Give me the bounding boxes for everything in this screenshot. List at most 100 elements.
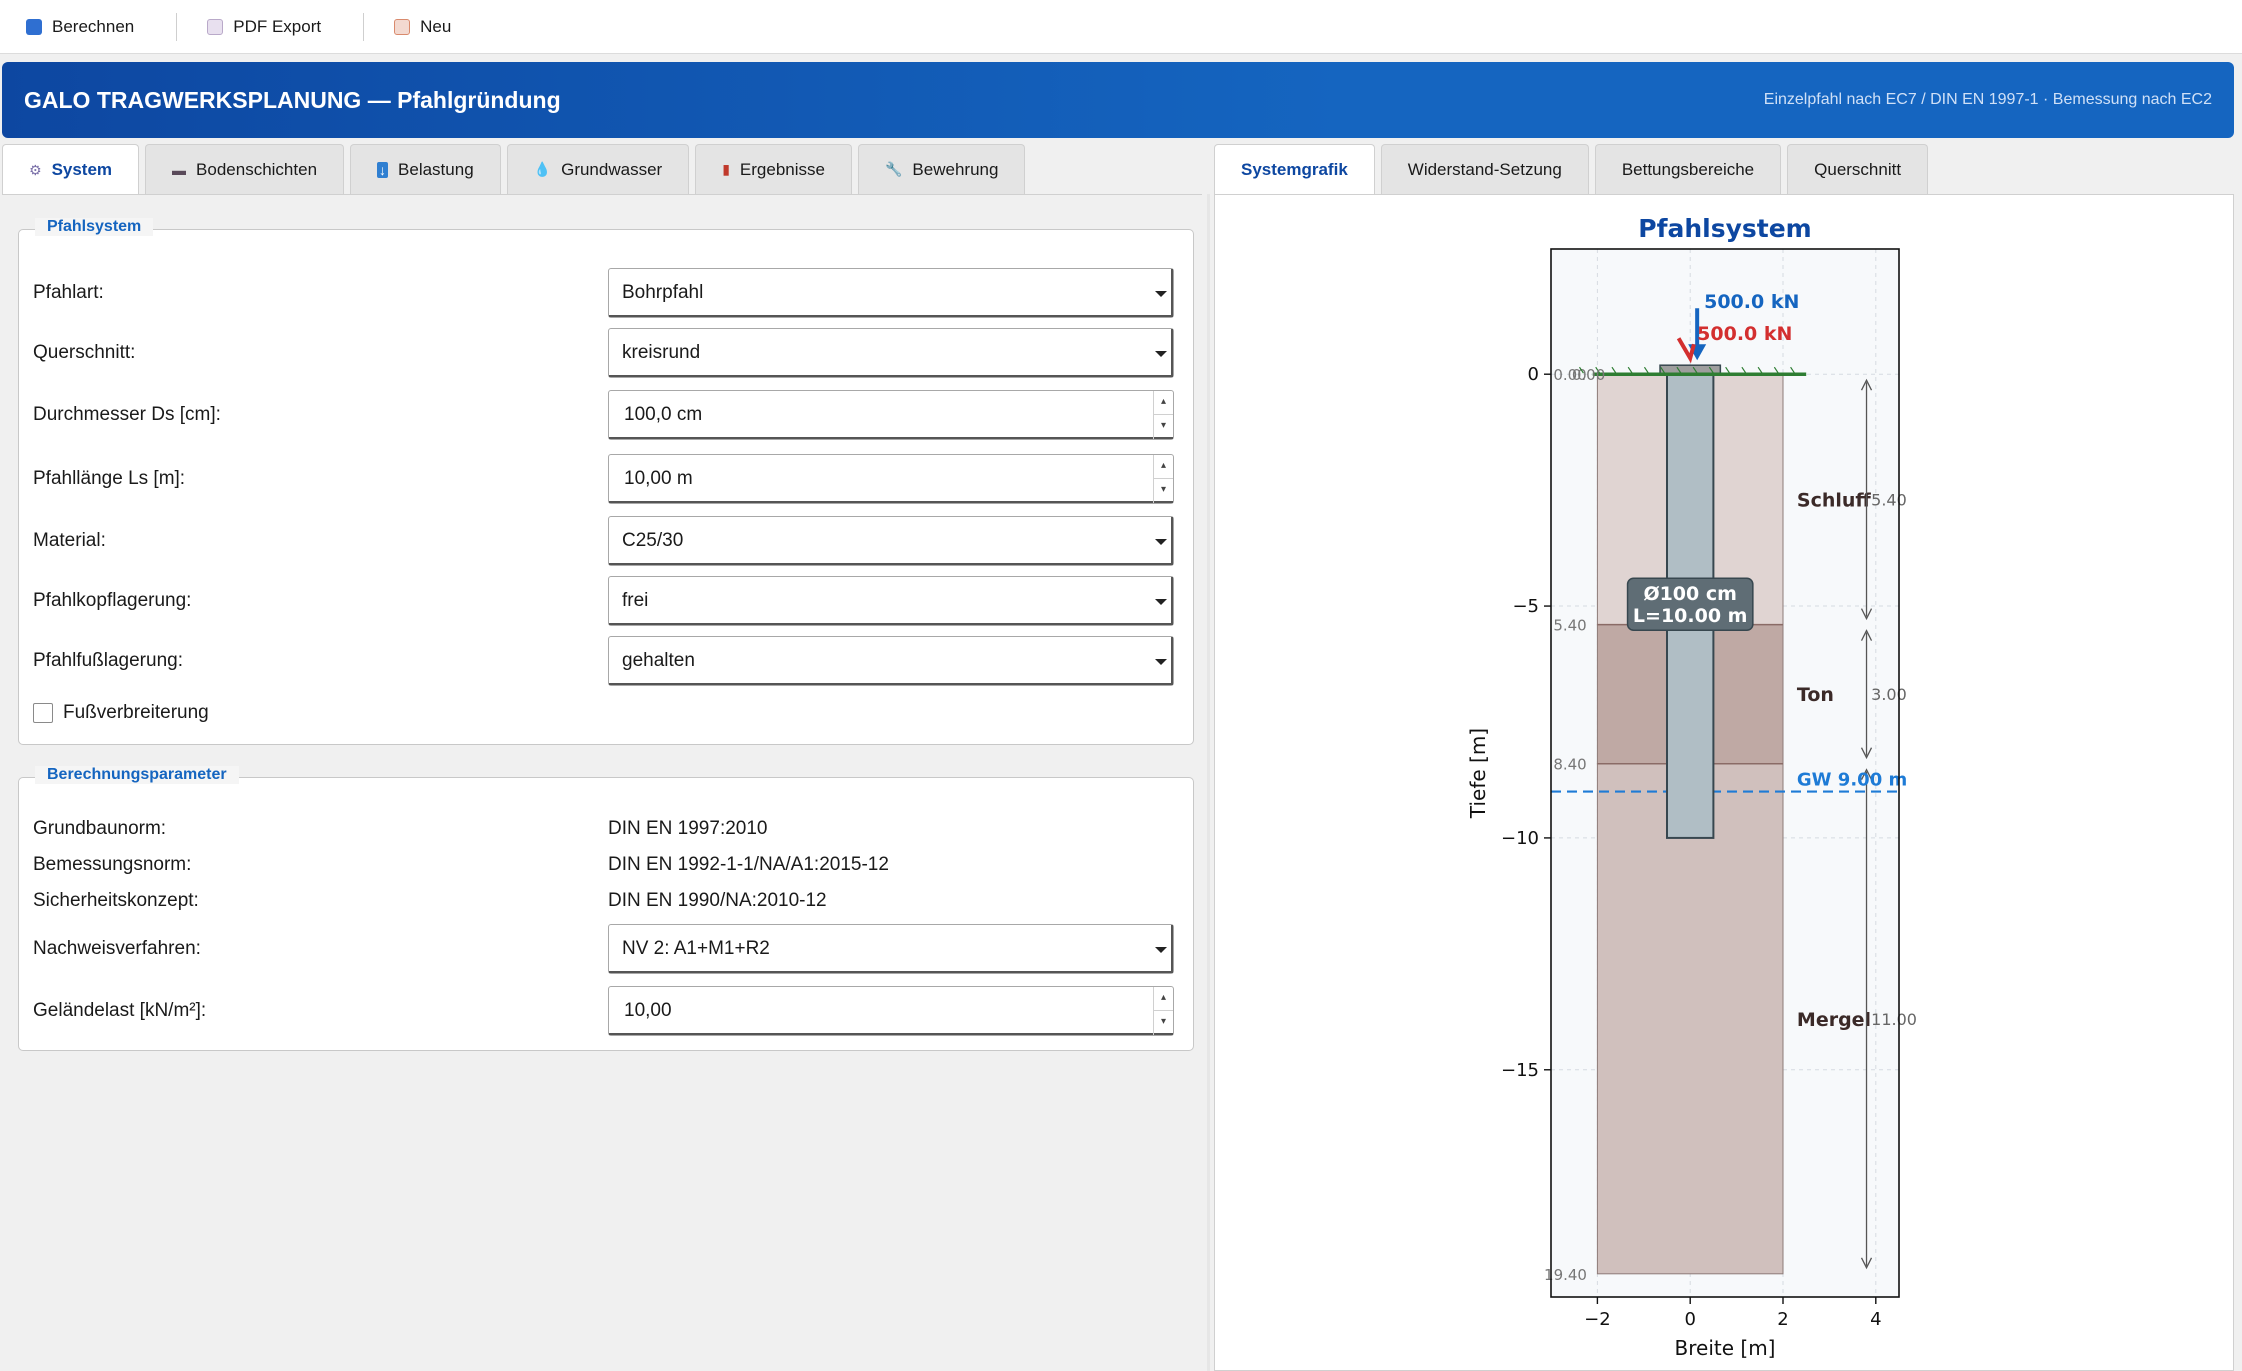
tab-label: Bettungsbereiche xyxy=(1621,159,1755,179)
sicherheitskonzept-value: DIN EN 1990/NA:2010-12 xyxy=(608,890,827,911)
tab-label: Bewehrung xyxy=(912,159,999,179)
querschnitt-select[interactable]: kreisrund xyxy=(608,328,1174,378)
durchmesser-label: Durchmesser Ds [cm]: xyxy=(33,404,221,425)
pane-splitter[interactable] xyxy=(1207,194,1210,1371)
tab-bettungsbereiche[interactable]: Bettungsbereiche xyxy=(1594,144,1782,194)
water-drop-icon: 💧 xyxy=(533,161,552,177)
spin-up-icon[interactable]: ▴ xyxy=(1154,391,1173,415)
tab-belastung[interactable]: ↓ Belastung xyxy=(350,144,501,194)
refresh-icon xyxy=(26,18,42,35)
tab-label: Widerstand-Setzung xyxy=(1407,159,1562,179)
soil-icon: ▬ xyxy=(172,161,187,178)
pfahlart-select[interactable]: Bohrpfahl xyxy=(608,268,1174,318)
systemgrafik-panel: Schluff 5.40 0.00 Ton 3.00 5.40 Mergel 11.00 8.4… xyxy=(1214,194,2234,1371)
x-tick-label: 0 xyxy=(1684,1309,1695,1330)
spin-down-icon[interactable]: ▾ xyxy=(1154,415,1173,439)
y-tick-label: −15 xyxy=(1501,1060,1539,1081)
app-title: GALO TRAGWERKSPLANUNG — Pfahlgründung xyxy=(24,86,561,113)
spin-down-icon[interactable]: ▾ xyxy=(1154,1011,1173,1035)
laenge-label: Pfahllänge Ls [m]: xyxy=(33,468,186,489)
pfahlart-value: Bohrpfahl xyxy=(622,282,704,303)
calculate-button[interactable]: Berechnen xyxy=(22,7,150,47)
x-tick-label: −2 xyxy=(1584,1309,1611,1330)
fusslagerung-label: Pfahlfußlagerung: xyxy=(33,650,183,671)
pile-diameter-label: Ø100 cm xyxy=(1643,583,1737,605)
nachweisverfahren-select[interactable]: NV 2: A1+M1+R2 xyxy=(608,924,1174,974)
surface-depth-label: 0.00 xyxy=(1572,366,1605,384)
nachweisverfahren-row: Nachweisverfahren: NV 2: A1+M1+R2 xyxy=(33,924,1183,974)
durchmesser-row: Durchmesser Ds [cm]: 100,0 cm ▴ ▾ xyxy=(33,390,1183,440)
laenge-spinbox[interactable]: 10,00 m ▴ ▾ xyxy=(608,454,1174,504)
chevron-down-icon xyxy=(1155,539,1167,545)
tab-bodenschichten[interactable]: ▬ Bodenschichten xyxy=(145,144,345,194)
material-value: C25/30 xyxy=(622,530,684,551)
laenge-value: 10,00 m xyxy=(624,468,693,489)
tab-label: Systemgrafik xyxy=(1241,160,1348,179)
material-select[interactable]: C25/30 xyxy=(608,516,1174,566)
laenge-row: Pfahllänge Ls [m]: 10,00 m ▴ ▾ xyxy=(33,454,1183,504)
querschnitt-row: Querschnitt: kreisrund xyxy=(33,328,1183,378)
querschnitt-label: Querschnitt: xyxy=(33,342,136,363)
spin-down-icon[interactable]: ▾ xyxy=(1154,479,1173,503)
down-arrow-icon: ↓ xyxy=(377,161,389,178)
soil-layer xyxy=(1596,763,1784,1275)
layer-thickness-label: 5.40 xyxy=(1871,490,1907,509)
layer-depth-label: 8.40 xyxy=(1553,756,1586,774)
fusslagerung-select[interactable]: gehalten xyxy=(608,636,1174,686)
y-axis-label: Tiefe [m] xyxy=(1466,728,1490,819)
calculate-label: Berechnen xyxy=(52,16,135,36)
nachweisverfahren-label: Nachweisverfahren: xyxy=(33,938,201,959)
groundwater-label: GW 9.00 m xyxy=(1797,770,1907,791)
kopflagerung-value: frei xyxy=(622,590,649,611)
document-icon xyxy=(207,18,224,35)
tab-grundwasser[interactable]: 💧 Grundwasser xyxy=(506,144,690,194)
spin-up-icon[interactable]: ▴ xyxy=(1154,987,1173,1011)
x-axis-label: Breite [m] xyxy=(1675,1336,1776,1360)
berechnungsparameter-group: Berechnungsparameter Grundbaunorm: DIN E… xyxy=(18,766,1194,1051)
pfahlart-label: Pfahlart: xyxy=(33,282,104,303)
durchmesser-spinbox[interactable]: 100,0 cm ▴ ▾ xyxy=(608,390,1174,440)
left-tab-bar: ⚙ System ▬ Bodenschichten ↓ Belastung 💧 … xyxy=(2,144,1031,195)
toolbar: Berechnen PDF Export Neu xyxy=(0,0,2242,54)
chevron-down-icon xyxy=(1155,659,1167,665)
spin-buttons: ▴ ▾ xyxy=(1153,391,1173,439)
tab-systemgrafik[interactable]: Systemgrafik xyxy=(1214,144,1375,195)
x-tick-label: 4 xyxy=(1870,1309,1881,1330)
right-tab-bar: Systemgrafik Widerstand-Setzung Bettungs… xyxy=(1214,144,1934,195)
kopflagerung-select[interactable]: frei xyxy=(608,576,1174,626)
chevron-down-icon xyxy=(1155,291,1167,297)
tab-querschnitt[interactable]: Querschnitt xyxy=(1787,144,1929,194)
gear-icon: ⚙ xyxy=(29,161,42,178)
toolbar-separator xyxy=(363,12,365,41)
chevron-down-icon xyxy=(1155,947,1167,953)
new-button[interactable]: Neu xyxy=(390,7,467,47)
toolbar-separator xyxy=(176,12,178,41)
spin-buttons: ▴ ▾ xyxy=(1153,987,1173,1035)
layer-name-label: Mergel xyxy=(1797,1009,1871,1031)
y-tick-label: −10 xyxy=(1501,828,1539,849)
tab-widerstand-setzung[interactable]: Widerstand-Setzung xyxy=(1380,144,1589,194)
new-document-icon xyxy=(394,18,411,35)
grundbaunorm-row: Grundbaunorm: DIN EN 1997:2010 xyxy=(33,818,1183,840)
layer-thickness-label: 11.00 xyxy=(1871,1010,1917,1029)
pfahlsystem-group: Pfahlsystem Pfahlart: Bohrpfahl Querschn… xyxy=(18,218,1194,745)
tab-ergebnisse[interactable]: ▮ Ergebnisse xyxy=(695,144,852,194)
fussverbreiterung-checkbox[interactable] xyxy=(33,703,53,723)
fusslagerung-row: Pfahlfußlagerung: gehalten xyxy=(33,636,1183,686)
fussverbreiterung-row: Fußverbreiterung xyxy=(33,702,1183,724)
group-title: Berechnungsparameter xyxy=(35,766,239,784)
tab-label: Grundwasser xyxy=(561,159,663,179)
fusslagerung-value: gehalten xyxy=(622,650,695,671)
tab-bewehrung[interactable]: 🔧 Bewehrung xyxy=(857,144,1026,194)
fussverbreiterung-label: Fußverbreiterung xyxy=(63,702,209,723)
pdf-export-button[interactable]: PDF Export xyxy=(203,7,337,47)
gelaendelast-spinbox[interactable]: 10,00 ▴ ▾ xyxy=(608,986,1174,1036)
tab-label: Ergebnisse xyxy=(739,159,825,179)
bemessungsnorm-value: DIN EN 1992-1-1/NA/A1:2015-12 xyxy=(608,854,889,875)
material-label: Material: xyxy=(33,530,106,551)
group-title: Pfahlsystem xyxy=(35,218,154,236)
spin-up-icon[interactable]: ▴ xyxy=(1154,455,1173,479)
nachweisverfahren-value: NV 2: A1+M1+R2 xyxy=(622,938,770,959)
kopflagerung-row: Pfahlkopflagerung: frei xyxy=(33,576,1183,626)
tab-system[interactable]: ⚙ System xyxy=(2,144,140,195)
